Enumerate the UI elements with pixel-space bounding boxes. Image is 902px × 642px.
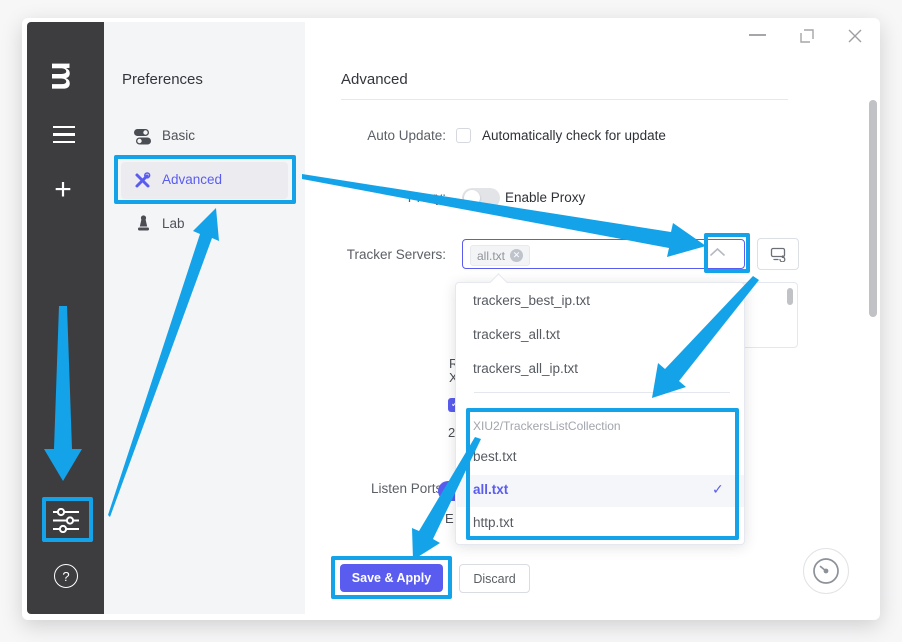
proxy-toggle-label: Enable Proxy — [505, 190, 585, 205]
annotation-box-save — [331, 556, 452, 599]
proxy-label: Proxy: — [330, 190, 446, 205]
app-screen: m + ? Preferences Basic — [0, 0, 902, 642]
panel-title: Preferences — [122, 71, 203, 88]
auto-update-label: Auto Update: — [330, 128, 446, 143]
title-divider — [341, 99, 788, 100]
dropdown-divider — [474, 392, 730, 393]
discard-button[interactable]: Discard — [459, 564, 530, 593]
preferences-panel — [104, 22, 305, 614]
annotation-box-tracker-group — [466, 408, 739, 540]
annotation-box-advanced — [114, 155, 296, 204]
remove-tag-icon[interactable]: ✕ — [510, 249, 523, 262]
help-icon[interactable]: ? — [54, 564, 78, 588]
sync-trackers-button[interactable] — [757, 238, 799, 270]
sidebar-item-label: Lab — [162, 216, 185, 231]
textarea-scrollbar[interactable] — [787, 288, 793, 305]
dropdown-item[interactable]: trackers_all_ip.txt — [473, 361, 728, 381]
menu-icon[interactable] — [53, 126, 75, 143]
tracker-servers-label: Tracker Servers: — [300, 247, 446, 262]
stamp-icon — [136, 215, 151, 232]
dropdown-item[interactable]: trackers_best_ip.txt — [473, 293, 728, 313]
sidebar-item-lab[interactable]: Lab — [121, 205, 288, 243]
annotation-box-chevron — [704, 233, 750, 273]
app-logo: m — [43, 56, 83, 96]
tracker-servers-select[interactable]: all.txt ✕ — [462, 239, 745, 269]
obscured-text-fragment: E — [445, 511, 454, 526]
minimize-icon[interactable] — [749, 34, 766, 36]
page-title: Advanced — [341, 71, 408, 88]
annotation-box-settings-icon — [42, 497, 93, 542]
main-scrollbar[interactable] — [869, 100, 877, 317]
sidebar-item-label: Basic — [162, 128, 195, 143]
sidebar-item-basic[interactable]: Basic — [121, 117, 288, 155]
close-icon[interactable] — [847, 28, 863, 44]
auto-update-checkbox-label[interactable]: Automatically check for update — [482, 128, 666, 143]
add-icon[interactable]: + — [49, 176, 77, 204]
toggles-icon — [134, 128, 151, 145]
dropdown-item[interactable]: trackers_all.txt — [473, 327, 728, 347]
selected-tag: all.txt ✕ — [470, 245, 530, 266]
listen-ports-label: Listen Ports: — [330, 481, 446, 496]
maximize-icon[interactable] — [799, 28, 815, 44]
auto-update-checkbox[interactable] — [456, 128, 471, 143]
speed-gauge-button[interactable] — [803, 548, 849, 594]
proxy-toggle[interactable] — [462, 188, 500, 208]
